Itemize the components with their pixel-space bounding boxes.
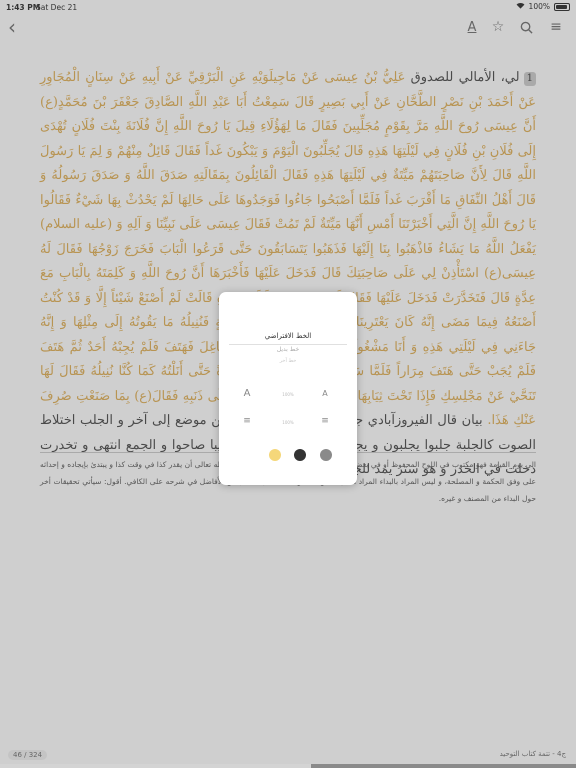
search-icon[interactable] [517, 18, 535, 36]
reading-progress [0, 764, 576, 768]
table-of-contents-icon[interactable]: ≡ [547, 18, 565, 36]
line-spacing-increase-button[interactable]: ≡ [236, 416, 258, 426]
font-option-default[interactable]: الخط الافتراضي [229, 332, 347, 345]
line-spacing-value: 100% [282, 420, 294, 425]
font-size-increase-button[interactable]: A [236, 388, 258, 399]
page-indicator: 46 / 324 [8, 750, 48, 760]
reading-progress-fill [311, 764, 576, 768]
theme-sepia-button[interactable] [269, 449, 281, 461]
status-right: 100% [516, 2, 570, 11]
bookmark-icon[interactable]: ☆ [489, 18, 507, 36]
battery-icon [554, 2, 570, 11]
line-spacing-decrease-button[interactable]: ≡ [314, 416, 336, 426]
font-settings-popup: الخط الافتراضي خط بديل خط آخر A 100% A ≡… [219, 292, 357, 485]
wifi-icon [516, 2, 525, 11]
back-icon[interactable]: ‹ [3, 15, 21, 39]
reader-toolbar: ‹ A ☆ ≡ [0, 14, 576, 40]
font-settings-icon[interactable]: A [463, 18, 481, 36]
source-reference: لي، الأمالي للصدوق [405, 70, 520, 85]
status-date: Sat Dec 21 [36, 3, 78, 12]
font-size-value: 100% [282, 392, 294, 397]
chapter-title: ج4 - تتمة كتاب التوحيد [499, 750, 566, 758]
font-option-alt[interactable]: خط بديل [229, 346, 347, 353]
status-bar: 1:43 PM Sat Dec 21 100% [0, 0, 576, 14]
theme-gray-button[interactable] [320, 449, 332, 461]
font-option-alt2[interactable]: خط آخر [229, 358, 347, 364]
battery-percent: 100% [528, 2, 550, 11]
font-size-decrease-button[interactable]: A [314, 389, 336, 398]
theme-dark-button[interactable] [294, 449, 306, 461]
footnote-marker[interactable]: 1 [523, 72, 536, 86]
